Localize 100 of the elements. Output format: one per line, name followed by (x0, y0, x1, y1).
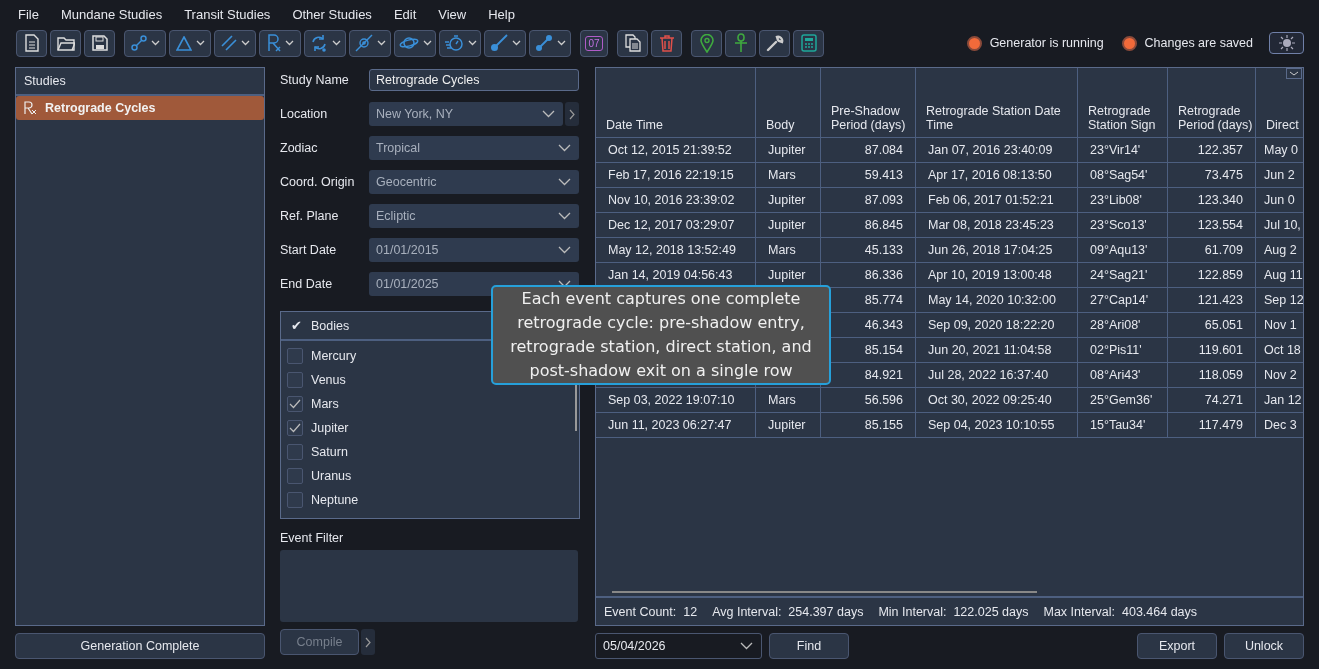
field-label: Study Name (280, 73, 350, 87)
table-cell: 73.475 (1204, 168, 1243, 182)
toolbar-dropdown[interactable] (349, 29, 391, 57)
table-cell: Jan 07, 2016 23:40:09 (928, 143, 1053, 157)
checkbox[interactable] (287, 420, 303, 436)
study-item[interactable]: Retrograde Cycles (16, 96, 264, 120)
chevron-right-icon (365, 636, 371, 648)
caret-icon (422, 40, 432, 46)
table-cell: Feb 06, 2017 01:52:21 (928, 193, 1054, 207)
table-cell: 61.709 (1204, 243, 1243, 257)
chevron-down-icon[interactable] (1286, 68, 1302, 79)
column-header[interactable]: Date Time (596, 68, 756, 137)
chevron-down-icon (542, 110, 555, 118)
check-all-mark[interactable]: ✔ (291, 318, 302, 333)
toolbar-dropdown[interactable] (169, 29, 211, 57)
column-header[interactable]: Retrograde Station Date Time (916, 68, 1078, 137)
checkbox[interactable] (287, 348, 303, 364)
dropdown-field[interactable]: Ecliptic (369, 204, 579, 228)
table-cell: Jupiter (768, 418, 806, 432)
toolbar-button[interactable] (50, 29, 81, 57)
toolbar-button[interactable] (793, 29, 824, 57)
unlock-button[interactable]: Unlock (1224, 633, 1304, 659)
date-dropdown[interactable]: 05/04/2026 (595, 633, 762, 659)
dropdown-field[interactable]: Tropical (369, 136, 579, 160)
menu-item[interactable]: File (18, 6, 39, 22)
table-cell: 119.601 (1198, 343, 1243, 357)
generation-status-button[interactable]: Generation Complete (15, 633, 265, 659)
calendar-button[interactable]: 07 (580, 29, 608, 57)
menu-item[interactable]: Other Studies (292, 6, 372, 22)
table-cell: 117.479 (1198, 418, 1243, 432)
table-cell: Apr 17, 2016 08:13:50 (928, 168, 1052, 182)
summary-stat: Min Interval: 122.025 days (878, 604, 1029, 619)
toolbar-dropdown[interactable] (484, 29, 526, 57)
table-cell: Jupiter (768, 268, 806, 282)
table-cell: 87.084 (864, 143, 903, 157)
scrollbar[interactable] (612, 591, 1037, 593)
toolbar-button[interactable] (617, 29, 648, 57)
checkbox[interactable] (287, 492, 303, 508)
body-label: Jupiter (311, 421, 349, 435)
dropdown-field[interactable]: New York, NY (369, 102, 563, 126)
toolbar-dropdown[interactable] (394, 29, 436, 57)
table-cell: Jun 2 (1264, 168, 1295, 182)
dropdown-field[interactable]: 01/01/2015 (369, 238, 579, 262)
table-cell: 84.921 (864, 368, 903, 382)
toolbar-button[interactable] (84, 29, 115, 57)
toolbar-dropdown[interactable] (259, 29, 301, 57)
cycle-arrows-icon (309, 34, 328, 52)
column-header[interactable]: Body (756, 68, 821, 137)
toolbar-dropdown[interactable] (124, 29, 166, 57)
caret-icon (376, 40, 386, 46)
menu-item[interactable]: View (438, 6, 467, 22)
toolbar-dropdown[interactable] (439, 29, 481, 57)
caret-icon (150, 40, 160, 46)
expand-button[interactable] (565, 102, 579, 126)
target-line-icon (354, 34, 373, 52)
table-cell: 86.336 (864, 268, 903, 282)
stopwatch-icon (443, 34, 464, 52)
table-cell: May 12, 2018 13:52:49 (608, 243, 736, 257)
expand-button[interactable] (361, 629, 375, 655)
menu-item[interactable]: Edit (393, 6, 417, 22)
ankh-icon (733, 33, 748, 53)
toolbar-button[interactable] (16, 29, 47, 57)
checkbox[interactable] (287, 396, 303, 412)
menu-item[interactable]: Transit Studies (184, 6, 271, 22)
theme-toggle[interactable] (1269, 32, 1304, 54)
summary-stat: Max Interval: 403.464 days (1043, 604, 1198, 619)
chevron-down-icon (740, 642, 753, 650)
table-cell: 24°Sag21' (1090, 268, 1148, 282)
status-label: Changes are saved (1144, 36, 1253, 50)
column-header[interactable]: Retrograde Station Sign (1078, 68, 1168, 137)
table-cell: Aug 2 (1264, 243, 1297, 257)
node-link-icon (130, 35, 147, 51)
table-cell: 86.845 (864, 218, 903, 232)
text-field[interactable]: Retrograde Cycles (369, 69, 579, 91)
table-cell: Jun 11, 2023 06:27:47 (608, 418, 732, 432)
table-cell: 46.343 (864, 318, 903, 332)
export-button[interactable]: Export (1137, 633, 1217, 659)
ball-stick-icon (489, 34, 508, 52)
column-header[interactable]: Pre-Shadow Period (days) (821, 68, 916, 137)
toolbar-button[interactable] (725, 29, 756, 57)
table-cell: Mars (768, 393, 796, 407)
table-cell: Oct 18 (1264, 343, 1301, 357)
wrench-icon (765, 34, 784, 52)
toolbar-dropdown[interactable] (304, 29, 346, 57)
toolbar-button[interactable] (759, 29, 790, 57)
toolbar-dropdown[interactable] (529, 29, 571, 57)
dropdown-field[interactable]: Geocentric (369, 170, 579, 194)
chevron-right-icon (569, 108, 575, 120)
checkbox[interactable] (287, 372, 303, 388)
toolbar-button[interactable] (691, 29, 722, 57)
table-cell: Mars (768, 168, 796, 182)
menu-item[interactable]: Mundane Studies (60, 6, 163, 22)
menu-item[interactable]: Help (488, 6, 515, 22)
triangle-icon (175, 35, 192, 51)
find-button[interactable]: Find (769, 633, 849, 659)
checkbox[interactable] (287, 468, 303, 484)
toolbar-dropdown[interactable] (214, 29, 256, 57)
checkbox[interactable] (287, 444, 303, 460)
column-header[interactable]: Retrograde Period (days) (1168, 68, 1256, 137)
table-cell: Jupiter (768, 143, 806, 157)
